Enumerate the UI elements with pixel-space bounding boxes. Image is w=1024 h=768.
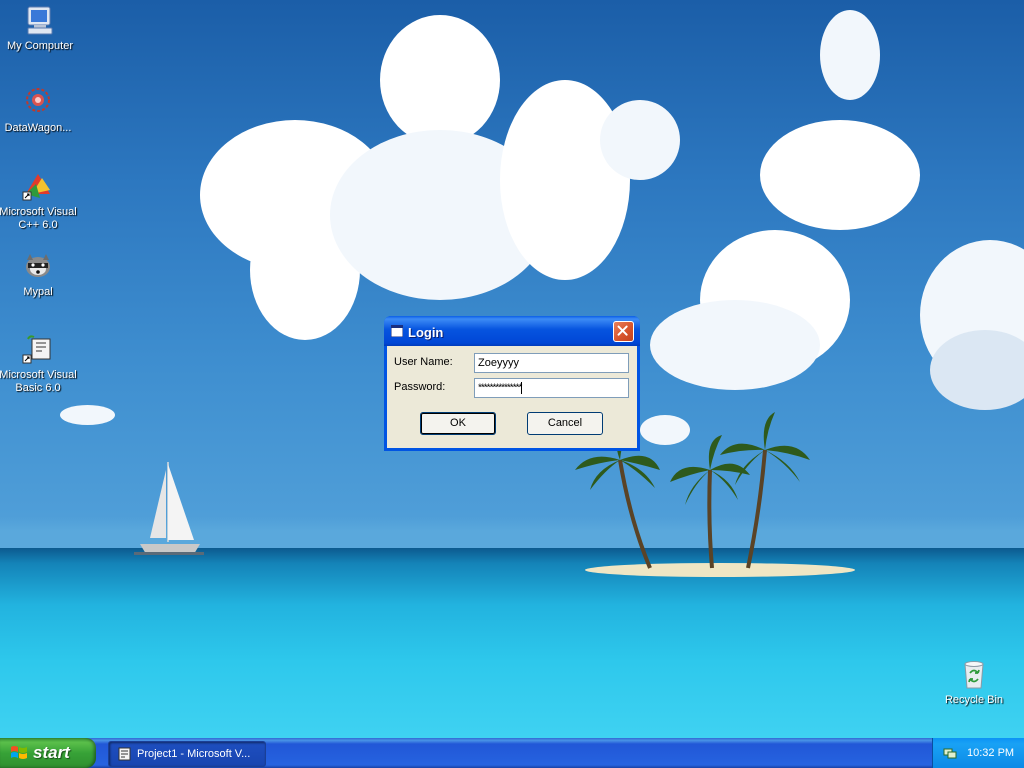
password-label: Password:: [394, 381, 446, 393]
visual-basic-icon: [118, 747, 131, 761]
sailboat: [134, 462, 204, 555]
mypal-icon: [26, 254, 50, 277]
desktop-icon-my-computer[interactable]: My Computer: [0, 4, 80, 53]
recycle-bin-icon: [964, 661, 984, 689]
desktop-icon-datawagon[interactable]: DataWagon...: [0, 86, 78, 135]
cloud: [650, 300, 820, 390]
login-dialog: Login User Name: Password: *************…: [384, 316, 640, 451]
datawagon-icon: [26, 88, 50, 112]
password-field[interactable]: ***************: [474, 378, 629, 398]
start-button[interactable]: start: [0, 738, 96, 768]
sea: [0, 548, 1024, 738]
network-icon[interactable]: [943, 746, 957, 760]
desktop-icon-recycle-bin[interactable]: Recycle Bin: [934, 658, 1014, 707]
desktop-icon-label: My Computer: [6, 40, 74, 52]
desktop-icon-mypal[interactable]: Mypal: [0, 250, 78, 299]
desktop-icon-label: Microsoft Visual Basic 6.0: [0, 369, 77, 394]
system-tray: 10:32 PM: [932, 738, 1024, 768]
close-icon: [617, 325, 628, 336]
desktop: My Computer DataWagon... Microsoft Visua…: [0, 0, 1024, 738]
desktop-icon-label: Microsoft Visual C++ 6.0: [0, 206, 77, 231]
taskbar-item-project1[interactable]: Project1 - Microsoft V...: [108, 741, 266, 767]
visual-cpp-icon: [22, 174, 50, 201]
start-label: start: [33, 743, 70, 762]
ok-button[interactable]: OK: [420, 412, 496, 435]
desktop-icon-label: DataWagon...: [4, 122, 72, 134]
password-masked-value: ***************: [478, 382, 522, 394]
desktop-icon-visual-basic[interactable]: Microsoft Visual Basic 6.0: [0, 333, 78, 395]
cancel-button[interactable]: Cancel: [527, 412, 603, 435]
cloud: [820, 10, 880, 100]
username-field[interactable]: [474, 353, 629, 373]
desktop-icon-label: Recycle Bin: [944, 694, 1004, 706]
visual-basic-icon: [22, 335, 51, 364]
cloud: [500, 80, 630, 280]
text-cursor: [521, 382, 523, 394]
windows-logo-icon: [11, 746, 27, 759]
taskbar-item-label: Project1 - Microsoft V...: [137, 748, 251, 760]
cloud: [930, 330, 1024, 410]
dialog-title: Login: [408, 325, 444, 340]
close-button[interactable]: [613, 321, 634, 342]
username-label: User Name:: [394, 356, 453, 368]
cloud: [760, 120, 920, 230]
my-computer-icon: [27, 6, 53, 35]
desktop-icon-label: Mypal: [23, 286, 53, 298]
clock[interactable]: 10:32 PM: [967, 747, 1014, 759]
cloud: [60, 405, 115, 425]
cloud: [380, 15, 500, 145]
taskbar: start Project1 - Microsoft V... 10:32 PM: [0, 738, 1024, 768]
cloud: [600, 100, 680, 180]
form-icon: [391, 325, 403, 337]
dialog-body: User Name: Password: *************** OK …: [387, 346, 637, 448]
dialog-titlebar[interactable]: Login: [384, 316, 640, 346]
desktop-icon-visual-cpp[interactable]: Microsoft Visual C++ 6.0: [0, 170, 78, 232]
